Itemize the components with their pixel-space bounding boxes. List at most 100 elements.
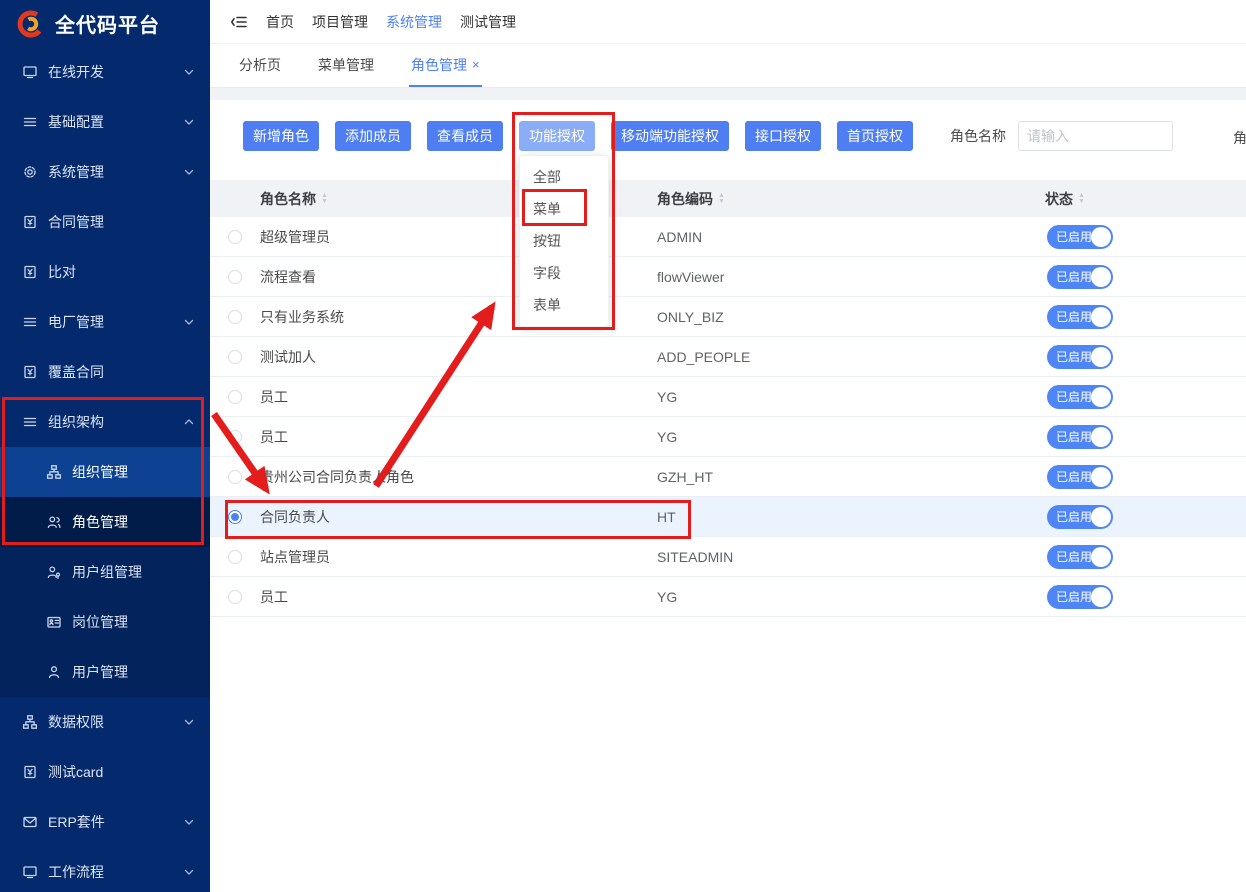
status-toggle[interactable]: 已启用 [1047,345,1113,369]
sidebar-item-plant-mgmt[interactable]: 电厂管理 [0,297,210,347]
role-name: 合同负责人 [260,507,657,527]
sidebar-submenu-org: 组织管理 角色管理 用户组管理 岗位管理 用户管理 [0,447,210,697]
status-toggle[interactable]: 已启用 [1047,465,1113,489]
chevron-down-icon [182,815,196,829]
chevron-down-icon [182,865,196,879]
role-code: YG [657,429,1045,445]
contract-icon [22,364,38,380]
dropdown-item-form[interactable]: 表单 [520,289,608,321]
tab-menu-mgmt[interactable]: 菜单管理 [316,44,376,87]
sidebar-item-basic-config[interactable]: 基础配置 [0,97,210,147]
nav-item-test-mgmt[interactable]: 测试管理 [460,12,516,32]
mobile-feature-auth-button[interactable]: 移动端功能授权 [611,121,729,151]
sort-icon[interactable]: ▲▼ [718,193,725,205]
status-toggle[interactable]: 已启用 [1047,545,1113,569]
app-logo: 全代码平台 [0,0,210,47]
chevron-down-icon [182,315,196,329]
table-header: 角色名称 ▲▼ 角色编码 ▲▼ 状态 ▲▼ [210,180,1246,217]
status-toggle[interactable]: 已启用 [1047,265,1113,289]
org-tree-icon [22,714,38,730]
row-radio[interactable] [228,470,242,484]
contract-icon [22,764,38,780]
role-code: HT [657,509,1045,525]
nav-item-system-mgmt[interactable]: 系统管理 [386,12,442,32]
sidebar-item-post-mgmt[interactable]: 岗位管理 [0,597,210,647]
row-radio-checked[interactable] [228,510,242,524]
sidebar-item-workflow[interactable]: 工作流程 [0,847,210,892]
tab-role-mgmt[interactable]: 角色管理 × [409,44,482,87]
role-name: 测试加人 [260,347,657,367]
table-row: 员工 YG 已启用 [210,417,1246,457]
view-members-button[interactable]: 查看成员 [427,121,503,151]
add-role-button[interactable]: 新增角色 [243,121,319,151]
dropdown-item-all[interactable]: 全部 [520,161,608,193]
sidebar-item-cover-contract[interactable]: 覆盖合同 [0,347,210,397]
role-name-input[interactable] [1018,121,1173,151]
sidebar-item-data-permission[interactable]: 数据权限 [0,697,210,747]
row-radio[interactable] [228,350,242,364]
row-radio[interactable] [228,390,242,404]
list-icon [22,314,38,330]
row-radio[interactable] [228,310,242,324]
page-tabbar: 分析页 菜单管理 角色管理 × [210,44,1246,88]
sidebar-item-org-mgmt[interactable]: 组织管理 [0,447,210,497]
content-divider [210,88,1246,100]
chevron-down-icon [182,165,196,179]
add-member-button[interactable]: 添加成员 [335,121,411,151]
user-group-icon [46,564,62,580]
sidebar-item-role-mgmt[interactable]: 角色管理 [0,497,210,547]
sidebar-item-user-mgmt[interactable]: 用户管理 [0,647,210,697]
status-toggle[interactable]: 已启用 [1047,585,1113,609]
sort-icon[interactable]: ▲▼ [321,193,328,205]
status-toggle[interactable]: 已启用 [1047,305,1113,329]
role-name-filter: 角色名称 [950,121,1173,151]
badge-icon [46,614,62,630]
feature-auth-dropdown: 全部 菜单 按钮 字段 表单 [519,155,609,327]
row-radio[interactable] [228,430,242,444]
table-row-selected: 合同负责人 HT 已启用 [210,497,1246,537]
api-auth-button[interactable]: 接口授权 [745,121,821,151]
toggle-knob [1091,587,1111,607]
sidebar-item-test-card[interactable]: 测试card [0,747,210,797]
sidebar-item-compare[interactable]: 比对 [0,247,210,297]
nav-item-home[interactable]: 首页 [266,12,294,32]
toggle-knob [1091,547,1111,567]
toggle-knob [1091,507,1111,527]
dropdown-item-button[interactable]: 按钮 [520,225,608,257]
toggle-knob [1091,387,1111,407]
sidebar-item-online-dev[interactable]: 在线开发 [0,47,210,97]
col-header-status: 状态 [1045,189,1073,209]
role-name: 员工 [260,427,657,447]
tab-analysis[interactable]: 分析页 [237,44,283,87]
row-radio[interactable] [228,590,242,604]
table-row: 超级管理员 ADMIN 已启用 [210,217,1246,257]
chevron-down-icon [182,65,196,79]
row-radio[interactable] [228,270,242,284]
monitor-icon [22,864,38,880]
nav-item-project-mgmt[interactable]: 项目管理 [312,12,368,32]
contract-icon [22,264,38,280]
row-radio[interactable] [228,550,242,564]
role-code: YG [657,589,1045,605]
menu-fold-icon[interactable] [230,13,248,31]
app-title: 全代码平台 [55,9,160,38]
sidebar-item-contract-mgmt[interactable]: 合同管理 [0,197,210,247]
status-toggle[interactable]: 已启用 [1047,505,1113,529]
sidebar-item-org-structure[interactable]: 组织架构 [0,397,210,447]
row-radio[interactable] [228,230,242,244]
status-toggle[interactable]: 已启用 [1047,425,1113,449]
sidebar-item-erp-suite[interactable]: ERP套件 [0,797,210,847]
dropdown-item-field[interactable]: 字段 [520,257,608,289]
sidebar-item-system-mgmt[interactable]: 系统管理 [0,147,210,197]
contract-icon [22,214,38,230]
homepage-auth-button[interactable]: 首页授权 [837,121,913,151]
close-icon[interactable]: × [472,57,480,72]
sidebar-item-user-group-mgmt[interactable]: 用户组管理 [0,547,210,597]
role-code: ONLY_BIZ [657,309,1045,325]
roles-icon [46,514,62,530]
sort-icon[interactable]: ▲▼ [1078,193,1085,205]
feature-auth-button[interactable]: 功能授权 [519,121,595,151]
dropdown-item-menu[interactable]: 菜单 [520,193,608,225]
status-toggle[interactable]: 已启用 [1047,385,1113,409]
status-toggle[interactable]: 已启用 [1047,225,1113,249]
